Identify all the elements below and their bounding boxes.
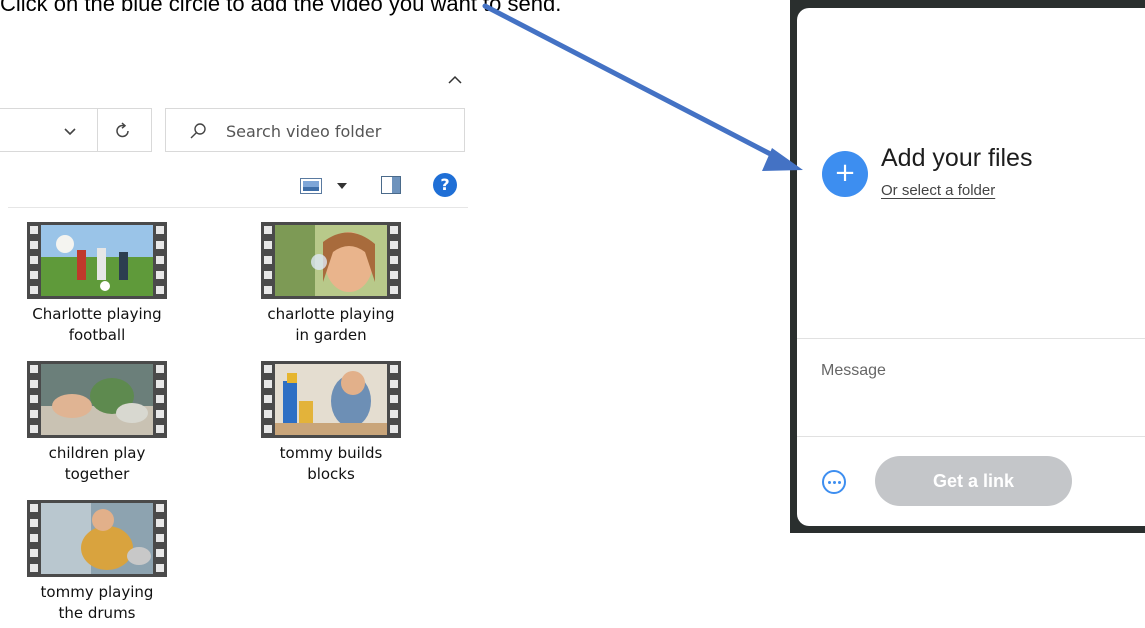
video-thumbnail <box>27 361 167 438</box>
file-item[interactable]: children play together <box>22 361 172 485</box>
video-thumbnail <box>261 222 401 299</box>
search-icon <box>190 123 206 139</box>
transfer-panel: + Add your files Or select a folder Get … <box>797 8 1145 526</box>
video-thumbnail <box>27 500 167 577</box>
add-files-title[interactable]: Add your files <box>881 144 1032 173</box>
file-name: tommy builds <box>279 444 383 462</box>
file-item[interactable]: tommy builds blocks <box>256 361 406 485</box>
file-name-line2: blocks <box>307 465 355 483</box>
file-name: Charlotte playing <box>32 305 162 323</box>
help-icon[interactable]: ? <box>433 173 457 197</box>
message-field[interactable] <box>821 356 1121 386</box>
more-options-icon[interactable] <box>822 470 846 494</box>
panel-divider <box>797 338 1145 339</box>
file-name-line2: the drums <box>58 604 136 622</box>
file-name-line2: together <box>64 465 130 483</box>
address-divider <box>97 109 98 151</box>
chevron-up-icon[interactable] <box>445 70 465 90</box>
file-name-line2: football <box>68 326 126 344</box>
file-item[interactable]: Charlotte playing football <box>22 222 172 346</box>
refresh-icon[interactable] <box>113 121 133 141</box>
file-item[interactable]: charlotte playing in garden <box>256 222 406 346</box>
chevron-down-icon[interactable] <box>62 123 78 139</box>
add-files-button[interactable]: + <box>822 151 868 197</box>
instruction-text: Click on the blue circle to add the vide… <box>0 0 562 16</box>
file-name-line2: in garden <box>295 326 367 344</box>
plus-icon: + <box>834 158 856 188</box>
file-name: children play <box>48 444 146 462</box>
video-thumbnail <box>27 222 167 299</box>
select-folder-link[interactable]: Or select a folder <box>881 182 995 199</box>
file-item[interactable]: tommy playing the drums <box>22 500 172 624</box>
preview-pane-icon[interactable] <box>381 176 401 194</box>
search-placeholder: Search video folder <box>226 122 382 141</box>
address-bar[interactable] <box>0 108 152 152</box>
file-name: charlotte playing <box>267 305 395 323</box>
panel-divider <box>797 436 1145 437</box>
file-name: tommy playing <box>40 583 154 601</box>
toolbar-divider <box>8 207 468 208</box>
search-input[interactable]: Search video folder <box>165 108 465 152</box>
caret-down-icon[interactable] <box>337 183 347 189</box>
view-options-icon[interactable] <box>300 178 324 194</box>
get-link-button[interactable]: Get a link <box>875 456 1072 506</box>
video-thumbnail <box>261 361 401 438</box>
